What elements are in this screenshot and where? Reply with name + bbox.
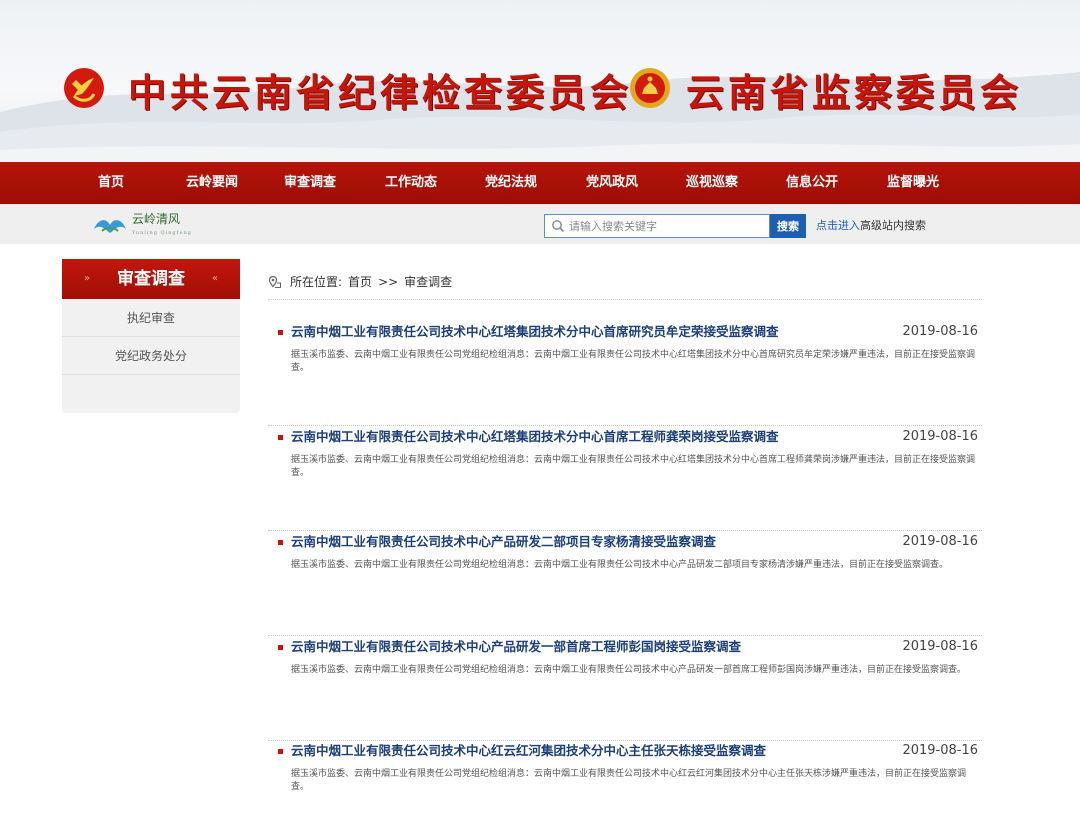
- nav-item-work-updates[interactable]: 工作动态: [385, 162, 437, 204]
- sidebar: » 审查调查 « 执纪审查 党纪政务处分: [62, 259, 240, 413]
- article-title-link[interactable]: 云南中烟工业有限责任公司技术中心红云红河集团技术分中心主任张天栋接受监察调查: [291, 741, 891, 761]
- sidebar-item-sanctions[interactable]: 党纪政务处分: [62, 337, 240, 375]
- article-summary: 据玉溪市监委、云南中烟工业有限责任公司党组纪检组消息：云南中烟工业有限责任公司技…: [291, 350, 976, 373]
- chevron-right-decor-icon: «: [211, 273, 218, 284]
- nav-item-disclosure[interactable]: 信息公开: [786, 162, 838, 204]
- logo-mark-icon: [94, 220, 126, 233]
- bullet-icon: [278, 645, 283, 650]
- nav-item-conduct[interactable]: 党风政风: [586, 162, 638, 204]
- logo-subtext: Yunling Qingfeng: [132, 230, 192, 236]
- bullet-icon: [278, 749, 283, 754]
- national-emblem-icon: [630, 68, 670, 108]
- article-summary: 据玉溪市监委、云南中烟工业有限责任公司党组纪检组消息：云南中烟工业有限责任公司技…: [291, 665, 967, 675]
- search-bar-strip: 云岭清风 Yunling Qingfeng 搜索 点击进入高级站内搜索: [0, 204, 1080, 244]
- nav-item-regulations[interactable]: 党纪法规: [485, 162, 537, 204]
- nav-item-news[interactable]: 云岭要闻: [186, 162, 238, 204]
- nav-item-inspection[interactable]: 巡视巡察: [686, 162, 738, 204]
- article-summary: 据玉溪市监委、云南中烟工业有限责任公司党组纪检组消息：云南中烟工业有限责任公司技…: [291, 769, 967, 792]
- search-input[interactable]: [569, 216, 765, 236]
- bullet-icon: [278, 435, 283, 440]
- search-button[interactable]: 搜索: [770, 214, 806, 238]
- article-summary: 据玉溪市监委、云南中烟工业有限责任公司党组纪检组消息：云南中烟工业有限责任公司技…: [291, 560, 949, 570]
- article-title-link[interactable]: 云南中烟工业有限责任公司技术中心红塔集团技术分中心首席研究员牟定荣接受监察调查: [291, 322, 891, 342]
- article-date: 2019-08-16: [902, 534, 978, 549]
- list-item: 云南中烟工业有限责任公司技术中心红塔集团技术分中心首席工程师龚荣岗接受监察调查 …: [268, 427, 982, 531]
- search-field: [544, 214, 770, 238]
- breadcrumb-separator: >>: [378, 274, 399, 289]
- advanced-search: 点击进入高级站内搜索: [816, 214, 926, 238]
- main-nav: 首页 云岭要闻 审查调查 工作动态 党纪法规 党风政风 巡视巡察 信息公开 监督…: [0, 162, 1080, 204]
- party-emblem-icon: [64, 68, 104, 108]
- logo-text: 云岭清风: [132, 212, 181, 226]
- article-title-link[interactable]: 云南中烟工业有限责任公司技术中心产品研发二部项目专家杨清接受监察调查: [291, 532, 891, 552]
- article-summary: 据玉溪市监委、云南中烟工业有限责任公司党组纪检组消息：云南中烟工业有限责任公司技…: [291, 455, 976, 478]
- bullet-icon: [278, 540, 283, 545]
- banner-right-title: 云南省监察委员会: [686, 70, 1023, 115]
- breadcrumb-home-link[interactable]: 首页: [348, 273, 372, 290]
- header-banner: 中共云南省纪律检查委员会 云南省监察委员会: [0, 0, 1080, 162]
- article-title-link[interactable]: 云南中烟工业有限责任公司技术中心红塔集团技术分中心首席工程师龚荣岗接受监察调查: [291, 427, 891, 447]
- list-item: 云南中烟工业有限责任公司技术中心红塔集团技术分中心首席研究员牟定荣接受监察调查 …: [268, 322, 982, 426]
- nav-item-investigation[interactable]: 审查调查: [284, 162, 336, 204]
- bullet-icon: [278, 330, 283, 335]
- breadcrumb-current[interactable]: 审查调查: [404, 273, 452, 290]
- article-date: 2019-08-16: [902, 743, 978, 758]
- article-date: 2019-08-16: [902, 639, 978, 654]
- article-title-link[interactable]: 云南中烟工业有限责任公司技术中心产品研发一部首席工程师彭国岗接受监察调查: [291, 637, 891, 657]
- banner-left-title: 中共云南省纪律检查委员会: [128, 70, 633, 115]
- sidebar-item-discipline-review[interactable]: 执纪审查: [62, 299, 240, 337]
- breadcrumb-prefix: 所在位置:: [290, 275, 343, 289]
- nav-item-exposure[interactable]: 监督曝光: [887, 162, 939, 204]
- site-logo[interactable]: 云岭清风 Yunling Qingfeng: [92, 213, 192, 239]
- list-item: 云南中烟工业有限责任公司技术中心产品研发二部项目专家杨清接受监察调查 2019-…: [268, 532, 982, 636]
- search-icon: [552, 220, 565, 233]
- advanced-search-link[interactable]: 点击进入: [816, 219, 860, 232]
- location-pin-icon: [268, 275, 281, 288]
- nav-item-home[interactable]: 首页: [98, 162, 124, 204]
- article-date: 2019-08-16: [902, 429, 978, 444]
- list-item: 云南中烟工业有限责任公司技术中心产品研发一部首席工程师彭国岗接受监察调查 201…: [268, 637, 982, 741]
- article-date: 2019-08-16: [902, 324, 978, 339]
- list-item: 云南中烟工业有限责任公司技术中心红云红河集团技术分中心主任张天栋接受监察调查 2…: [268, 741, 982, 811]
- sidebar-header: » 审查调查 «: [62, 259, 240, 299]
- sidebar-title: 审查调查: [117, 269, 185, 289]
- chevron-left-decor-icon: »: [84, 273, 91, 284]
- breadcrumb: 所在位置: 首页 >> 审查调查: [268, 272, 982, 300]
- advanced-search-label: 高级站内搜索: [860, 219, 926, 232]
